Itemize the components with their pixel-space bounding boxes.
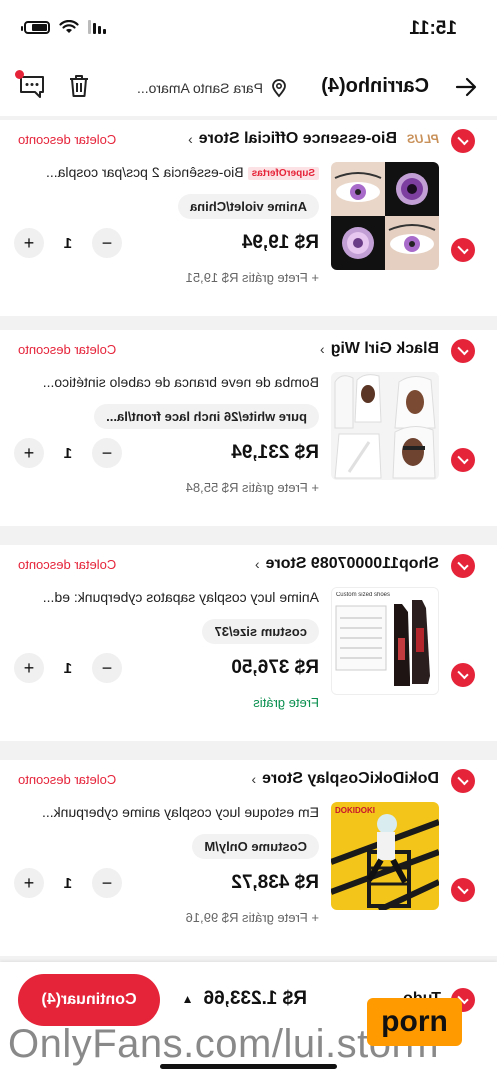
battery-icon bbox=[24, 20, 50, 34]
cart-item: DOKIDOKI Em estoque lucy cosplay anime c… bbox=[0, 802, 497, 952]
store-checkbox[interactable] bbox=[451, 129, 475, 153]
page-title: Carrinho(4) bbox=[321, 75, 429, 97]
store-checkbox[interactable] bbox=[451, 554, 475, 578]
chevron-right-icon: › bbox=[320, 341, 325, 357]
notification-dot bbox=[15, 70, 24, 79]
collect-coupon-link[interactable]: Coletar desconto bbox=[18, 772, 116, 787]
store-name[interactable]: PLUS Bio-essence Official Store › bbox=[188, 130, 439, 148]
product-description[interactable]: Bomba de neve branca de cabelo sintético… bbox=[19, 374, 319, 390]
store-name[interactable]: DokiDokiCosplay Store › bbox=[251, 770, 439, 788]
location-label: Para Santo Amaro... bbox=[136, 80, 263, 96]
store-header: DokiDokiCosplay Store › Coletar desconto bbox=[0, 760, 497, 802]
store-card: Shop1100007089 Store › Coletar desconto bbox=[0, 545, 497, 741]
cart-header: Carrinho(4) Para Santo Amaro... bbox=[0, 58, 497, 116]
thumbnail-caption: DOKIDOKI bbox=[335, 806, 375, 815]
back-arrow-icon[interactable] bbox=[453, 74, 479, 100]
chevron-right-icon: › bbox=[251, 771, 257, 787]
mirrored-screen: 15:11 Carrinho(4) Para Santo Amaro... PL… bbox=[0, 0, 497, 1077]
item-checkbox[interactable] bbox=[451, 238, 475, 262]
product-description[interactable]: SuperOfertasBio-essência 2 pcs/par cospl… bbox=[19, 164, 319, 180]
item-price: R$ 231,94 bbox=[231, 442, 319, 463]
chevron-right-icon: › bbox=[188, 131, 193, 147]
item-price: R$ 19,94 bbox=[241, 232, 319, 253]
variant-selector[interactable]: Costume Only/M bbox=[192, 834, 319, 859]
chevron-up-icon: ▲ bbox=[181, 992, 194, 1006]
store-card: Black Girl Wig › Coletar desconto Bomba … bbox=[0, 330, 497, 526]
wifi-icon bbox=[59, 20, 79, 33]
product-description[interactable]: Anime lucy cosplay sapatos cyberpunk: ed… bbox=[19, 589, 319, 605]
quantity-value: 1 bbox=[63, 874, 73, 892]
variant-selector[interactable]: Anime violet/China bbox=[177, 194, 319, 219]
collect-coupon-link[interactable]: Coletar desconto bbox=[18, 557, 116, 572]
item-price: R$ 438,72 bbox=[231, 872, 319, 893]
status-icons bbox=[24, 20, 106, 34]
plus-badge: PLUS bbox=[406, 132, 439, 146]
total-value: R$ 1.233,66 bbox=[203, 988, 307, 1009]
store-name[interactable]: Black Girl Wig › bbox=[320, 340, 439, 358]
chevron-right-icon: › bbox=[254, 556, 260, 572]
cart-item: Bomba de neve branca de cabelo sintético… bbox=[0, 372, 497, 522]
increase-button[interactable]: + bbox=[14, 868, 44, 898]
variant-selector[interactable]: pure white/26 inch lace front/la... bbox=[94, 404, 319, 429]
shipping-info: + Frete grátis R$ 19,51 bbox=[185, 270, 319, 285]
decrease-button[interactable]: − bbox=[92, 228, 122, 258]
variant-selector[interactable]: costum size/37 bbox=[202, 619, 319, 644]
continue-button[interactable]: Continuar(4) bbox=[18, 974, 160, 1026]
quantity-value: 1 bbox=[63, 234, 73, 252]
quantity-value: 1 bbox=[63, 659, 73, 677]
store-checkbox[interactable] bbox=[451, 339, 475, 363]
product-description[interactable]: Em estoque lucy cosplay anime cyberpunk.… bbox=[19, 804, 319, 820]
shipping-info: + Frete grátis R$ 99,16 bbox=[185, 910, 319, 925]
store-name[interactable]: Shop1100007089 Store › bbox=[255, 555, 439, 573]
decrease-button[interactable]: − bbox=[92, 438, 122, 468]
quantity-stepper: − 1 + bbox=[14, 653, 122, 683]
increase-button[interactable]: + bbox=[14, 438, 44, 468]
watermark-logo: porn bbox=[367, 998, 462, 1046]
store-checkbox[interactable] bbox=[451, 769, 475, 793]
cellular-signal-icon bbox=[88, 20, 106, 34]
item-checkbox[interactable] bbox=[451, 663, 475, 687]
item-checkbox[interactable] bbox=[451, 448, 475, 472]
quantity-value: 1 bbox=[63, 444, 73, 462]
store-header: PLUS Bio-essence Official Store › Coleta… bbox=[0, 120, 497, 162]
decrease-button[interactable]: − bbox=[92, 653, 122, 683]
status-bar: 15:11 bbox=[0, 0, 497, 58]
collect-coupon-link[interactable]: Coletar desconto bbox=[18, 342, 116, 357]
product-thumbnail[interactable]: DOKIDOKI bbox=[331, 802, 439, 910]
store-header: Shop1100007089 Store › Coletar desconto bbox=[0, 545, 497, 587]
item-price: R$ 376,50 bbox=[231, 657, 319, 678]
thumbnail-caption: Custom sized shoes bbox=[336, 592, 391, 598]
shipping-info: + Frete grátis R$ 55,84 bbox=[185, 480, 319, 495]
store-card: PLUS Bio-essence Official Store › Coleta… bbox=[0, 120, 497, 316]
increase-button[interactable]: + bbox=[14, 228, 44, 258]
messages-button[interactable] bbox=[15, 70, 47, 100]
quantity-stepper: − 1 + bbox=[14, 438, 122, 468]
decrease-button[interactable]: − bbox=[92, 868, 122, 898]
product-thumbnail[interactable]: Custom sized shoes bbox=[331, 587, 439, 695]
store-header: Black Girl Wig › Coletar desconto bbox=[0, 330, 497, 372]
status-time: 15:11 bbox=[409, 18, 457, 39]
increase-button[interactable]: + bbox=[14, 653, 44, 683]
collect-coupon-link[interactable]: Coletar desconto bbox=[18, 132, 116, 147]
product-thumbnail[interactable] bbox=[331, 372, 439, 480]
store-card: DokiDokiCosplay Store › Coletar desconto bbox=[0, 760, 497, 956]
location-pin-icon bbox=[272, 79, 286, 98]
product-thumbnail[interactable] bbox=[331, 162, 439, 270]
cart-item: SuperOfertasBio-essência 2 pcs/par cospl… bbox=[0, 162, 497, 312]
cart-item: Custom sized shoes Anime lucy cosplay sa… bbox=[0, 587, 497, 737]
item-checkbox[interactable] bbox=[451, 878, 475, 902]
trash-icon[interactable] bbox=[65, 72, 93, 100]
quantity-stepper: − 1 + bbox=[14, 868, 122, 898]
super-offers-badge: SuperOfertas bbox=[247, 167, 319, 180]
cart-total[interactable]: R$ 1.233,66 ▲ bbox=[182, 988, 307, 1010]
shipping-info: Frete grátis bbox=[253, 695, 319, 710]
quantity-stepper: − 1 + bbox=[14, 228, 122, 258]
ship-to-location[interactable]: Para Santo Amaro... bbox=[137, 78, 289, 98]
